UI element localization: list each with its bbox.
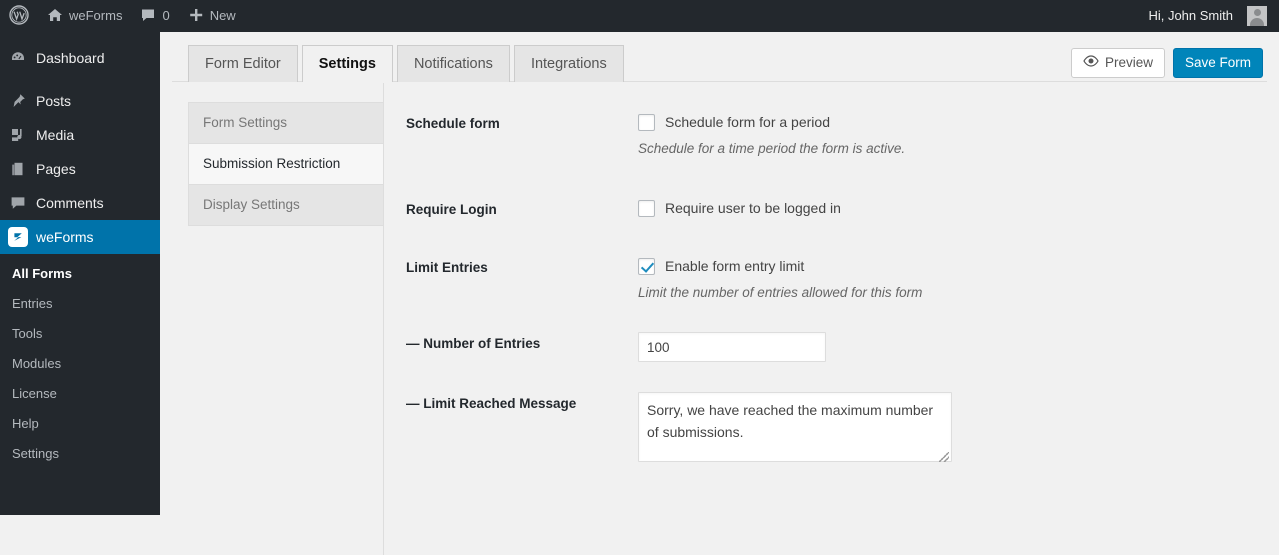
wordpress-logo-menu[interactable] bbox=[0, 0, 38, 32]
schedule-form-checkbox-row[interactable]: Schedule form for a period bbox=[638, 112, 1279, 132]
sidebar-item-weforms[interactable]: weForms bbox=[0, 220, 160, 254]
limit-entries-help-text: Limit the number of entries allowed for … bbox=[638, 285, 923, 300]
require-login-checkbox[interactable] bbox=[638, 199, 655, 217]
field-label: Schedule form bbox=[406, 116, 500, 131]
sidebar-item-comments[interactable]: Comments bbox=[0, 186, 160, 220]
sidebar-item-pages[interactable]: Pages bbox=[0, 152, 160, 186]
field-body: Schedule form for a period Schedule for … bbox=[638, 112, 1279, 158]
tab-notifications[interactable]: Notifications bbox=[396, 45, 510, 82]
submenu-item-license[interactable]: License bbox=[0, 379, 160, 409]
dashboard-gauge-icon bbox=[0, 49, 36, 67]
submenu-item-modules[interactable]: Modules bbox=[0, 349, 160, 379]
preview-button-label: Preview bbox=[1104, 55, 1153, 70]
save-form-button-label: Save Form bbox=[1184, 55, 1251, 70]
weforms-logo-icon bbox=[0, 227, 36, 247]
submenu-item-help[interactable]: Help bbox=[0, 409, 160, 439]
user-avatar-icon bbox=[1247, 6, 1267, 26]
new-content-menu[interactable]: New bbox=[179, 0, 245, 32]
new-label: New bbox=[209, 8, 236, 23]
site-name-menu[interactable]: weForms bbox=[38, 0, 131, 32]
limit-entries-checkbox-label: Enable form entry limit bbox=[665, 258, 805, 274]
sidebar-item-label: Posts bbox=[36, 93, 72, 109]
schedule-form-checkbox-label: Schedule form for a period bbox=[665, 114, 830, 130]
form-builder-tabs: Form Editor Settings Notifications Integ… bbox=[160, 32, 1279, 83]
sidebar-top-spacer bbox=[0, 32, 160, 41]
sidebar-item-label: Media bbox=[36, 127, 75, 143]
admin-bar: weForms 0 New Hi, John Smith bbox=[0, 0, 1279, 32]
sidebar-item-label: weForms bbox=[36, 229, 94, 245]
field-schedule-form: Schedule form Schedule form for a period… bbox=[406, 112, 1279, 158]
field-body: Require user to be logged in bbox=[638, 198, 1279, 218]
field-require-login: Require Login Require user to be logged … bbox=[406, 198, 1279, 220]
number-of-entries-input[interactable] bbox=[638, 332, 826, 362]
submenu-item-settings[interactable]: Settings bbox=[0, 439, 160, 469]
field-label: Limit Entries bbox=[406, 260, 488, 275]
form-action-buttons: Preview Save Form bbox=[1070, 48, 1279, 82]
limit-entries-checkbox-row[interactable]: Enable form entry limit bbox=[638, 256, 1279, 276]
comments-menu[interactable]: 0 bbox=[131, 0, 178, 32]
field-label: — Limit Reached Message bbox=[406, 396, 577, 411]
limit-reached-message-wrap bbox=[638, 392, 952, 465]
settings-panel-wrap: Form Settings Submission Restriction Dis… bbox=[160, 82, 1279, 555]
admin-bar-right: Hi, John Smith bbox=[1139, 0, 1279, 32]
pushpin-icon bbox=[0, 92, 36, 110]
main-content: Form Editor Settings Notifications Integ… bbox=[160, 32, 1279, 555]
my-account-menu[interactable]: Hi, John Smith bbox=[1139, 0, 1269, 32]
pages-icon bbox=[0, 160, 36, 178]
settings-nav-submission-restriction[interactable]: Submission Restriction bbox=[188, 143, 384, 184]
media-music-icon bbox=[0, 126, 36, 144]
schedule-form-checkbox[interactable] bbox=[638, 113, 655, 131]
field-body bbox=[638, 392, 1279, 465]
submenu-item-all-forms[interactable]: All Forms bbox=[0, 259, 160, 289]
field-label: Require Login bbox=[406, 202, 497, 217]
tab-integrations[interactable]: Integrations bbox=[513, 45, 624, 82]
sidebar-separator bbox=[0, 75, 160, 84]
eye-icon bbox=[1083, 49, 1099, 77]
preview-button[interactable]: Preview bbox=[1070, 48, 1165, 78]
settings-fields: Schedule form Schedule form for a period… bbox=[384, 82, 1279, 515]
sidebar-item-label: Comments bbox=[36, 195, 104, 211]
limit-entries-checkbox[interactable] bbox=[638, 257, 655, 275]
sidebar-item-dashboard[interactable]: Dashboard bbox=[0, 41, 160, 75]
field-number-of-entries: — Number of Entries bbox=[406, 332, 1279, 362]
tab-form-editor[interactable]: Form Editor bbox=[188, 45, 298, 82]
sidebar-item-posts[interactable]: Posts bbox=[0, 84, 160, 118]
field-body: Enable form entry limit Limit the number… bbox=[638, 256, 1279, 302]
tab-settings[interactable]: Settings bbox=[301, 45, 393, 83]
sidebar-item-media[interactable]: Media bbox=[0, 118, 160, 152]
require-login-checkbox-row[interactable]: Require user to be logged in bbox=[638, 198, 1279, 218]
wordpress-icon bbox=[9, 4, 29, 28]
admin-sidebar: Dashboard Posts Media Pages Comments weF… bbox=[0, 32, 160, 515]
settings-nav-form-settings[interactable]: Form Settings bbox=[188, 102, 384, 143]
submenu-item-entries[interactable]: Entries bbox=[0, 289, 160, 319]
home-icon bbox=[47, 7, 63, 26]
save-form-button[interactable]: Save Form bbox=[1172, 48, 1263, 78]
comment-bubble-icon bbox=[0, 194, 36, 212]
require-login-checkbox-label: Require user to be logged in bbox=[665, 200, 841, 216]
sidebar-item-label: Pages bbox=[36, 161, 76, 177]
field-body bbox=[638, 332, 1279, 362]
greeting-label: Hi, John Smith bbox=[1148, 8, 1233, 23]
sidebar-item-label: Dashboard bbox=[36, 50, 105, 66]
comments-count: 0 bbox=[162, 8, 170, 23]
field-limit-entries: Limit Entries Enable form entry limit Li… bbox=[406, 256, 1279, 302]
schedule-form-help-text: Schedule for a time period the form is a… bbox=[638, 141, 906, 156]
field-label: — Number of Entries bbox=[406, 336, 541, 351]
comment-bubble-icon bbox=[140, 7, 156, 26]
site-name-label: weForms bbox=[69, 8, 123, 23]
submenu-item-tools[interactable]: Tools bbox=[0, 319, 160, 349]
settings-nav: Form Settings Submission Restriction Dis… bbox=[160, 82, 384, 555]
field-limit-reached-message: — Limit Reached Message bbox=[406, 392, 1279, 465]
limit-reached-message-textarea[interactable] bbox=[638, 392, 952, 462]
plus-icon bbox=[188, 7, 204, 26]
weforms-submenu: All Forms Entries Tools Modules License … bbox=[0, 254, 160, 477]
settings-nav-display-settings[interactable]: Display Settings bbox=[188, 184, 384, 226]
